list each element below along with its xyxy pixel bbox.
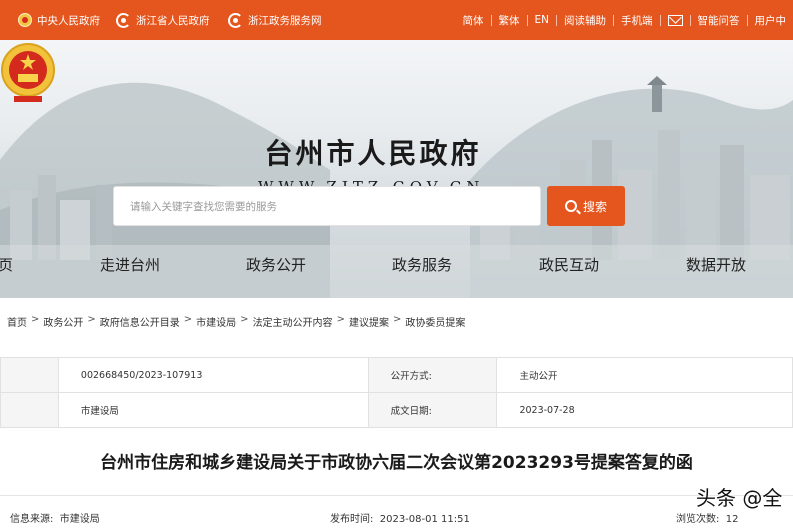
breadcrumb-item[interactable]: 建议提案 [349, 314, 389, 329]
breadcrumb-item[interactable]: 政府信息公开目录 [100, 314, 180, 329]
publish-time-label: 发布时间: [330, 514, 374, 525]
table-cell [0, 392, 59, 428]
nav-government-services[interactable]: 政务服务 [392, 254, 452, 275]
publish-method-label: 公开方式: [367, 357, 498, 393]
breadcrumb-item[interactable]: 首页 [7, 314, 27, 329]
link-central-government[interactable]: 中央人民政府 [18, 12, 100, 28]
table-cell [0, 357, 59, 393]
search-button-label: 搜索 [582, 199, 607, 214]
user-center-link[interactable]: 用户中 [748, 13, 793, 28]
view-count-label: 浏览次数: [676, 514, 720, 525]
info-source-label: 信息来源: [10, 514, 54, 525]
view-count: 浏览次数: 12 [676, 510, 738, 525]
zhejiang-logo-icon [116, 12, 131, 28]
link-zhejiang-government[interactable]: 浙江省人民政府 [116, 12, 210, 28]
info-source-value: 市建设局 [59, 514, 100, 525]
national-emblem-icon [1, 43, 55, 102]
link-zhejiang-government-label: 浙江省人民政府 [136, 14, 210, 27]
mail-icon[interactable] [667, 14, 683, 26]
publish-time-value: 2023-08-01 11:51 [379, 514, 470, 525]
info-source: 信息来源: 市建设局 [10, 510, 100, 525]
created-date-label: 成文日期: [367, 392, 498, 428]
smart-qa-link[interactable]: 智能问答 [691, 13, 747, 28]
agency-value: 市建设局 [57, 392, 369, 428]
breadcrumb: 首页 > 政务公开 > 政府信息公开目录 > 市建设局 > 法定主动公开内容 > 建议提案… [7, 314, 466, 329]
link-zhejiang-service[interactable]: 浙江政务服务网 [228, 12, 322, 28]
traditional-chinese-link[interactable]: 繁体 [492, 13, 527, 28]
search-button[interactable]: 搜索 [547, 186, 625, 226]
header-banner: 台州市人民政府 WWW.ZJTZ.GOV.CN 请输入关键字查找您需要的服务 搜… [0, 40, 793, 298]
toutiao-watermark: 头条 @全 [696, 486, 783, 510]
mobile-link[interactable]: 手机端 [614, 13, 660, 28]
document-info-table: 002668450/2023-107913 公开方式: 主动公开 市建设局 成文… [0, 357, 793, 428]
national-emblem-icon [18, 13, 32, 27]
simplified-chinese-link[interactable]: 简体 [456, 13, 491, 28]
nav-home[interactable]: 页 [0, 254, 13, 275]
link-central-government-label: 中央人民政府 [37, 14, 100, 27]
divider [659, 14, 661, 26]
publish-time: 发布时间: 2023-08-01 11:51 [330, 510, 470, 525]
table-row: 市建设局 成文日期: 2023-07-28 [0, 392, 793, 428]
created-date-value: 2023-07-28 [496, 392, 793, 428]
top-bar: 中央人民政府 浙江省人民政府 浙江政务服务网 简体 繁体 EN 阅读辅助 手机端… [0, 0, 793, 40]
breadcrumb-item[interactable]: 政务公开 [43, 314, 83, 329]
breadcrumb-item[interactable]: 法定主动公开内容 [253, 314, 333, 329]
index-number-value: 002668450/2023-107913 [57, 357, 369, 393]
search-placeholder: 请输入关键字查找您需要的服务 [130, 200, 277, 213]
search-icon [564, 200, 577, 212]
nav-open-data[interactable]: 数据开放 [686, 254, 746, 275]
link-zhejiang-service-label: 浙江政务服务网 [248, 14, 322, 27]
zhejiang-service-logo-icon [228, 12, 243, 28]
nav-public-interaction[interactable]: 政民互动 [539, 254, 599, 275]
view-count-value: 12 [725, 514, 739, 525]
document-title: 台州市住房和城乡建设局关于市政协六届二次会议第2023293号提案答复的函 [100, 453, 693, 473]
search-input[interactable]: 请输入关键字查找您需要的服务 [113, 186, 541, 226]
top-right-links: 简体 繁体 EN 阅读辅助 手机端 智能问答 用户中 [456, 12, 793, 28]
breadcrumb-item[interactable]: 市建设局 [196, 314, 236, 329]
nav-government-affairs[interactable]: 政务公开 [246, 254, 306, 275]
publish-method-value: 主动公开 [496, 357, 793, 393]
nav-about-taizhou[interactable]: 走进台州 [100, 254, 160, 275]
accessibility-link[interactable]: 阅读辅助 [557, 13, 613, 28]
divider [0, 495, 793, 496]
table-row: 002668450/2023-107913 公开方式: 主动公开 [0, 357, 793, 393]
english-link[interactable]: EN [528, 14, 557, 26]
site-title: 台州市人民政府 [264, 137, 482, 170]
breadcrumb-item[interactable]: 政协委员提案 [405, 314, 465, 329]
